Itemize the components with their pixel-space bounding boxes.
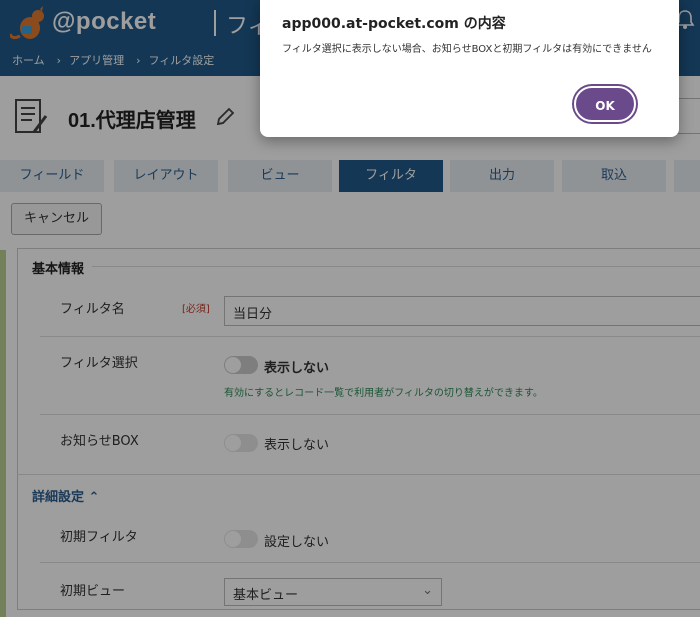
alert-dialog: app000.at-pocket.com の内容 フィルタ選択に表示しない場合、… — [260, 0, 679, 137]
dialog-title: app000.at-pocket.com の内容 — [282, 16, 506, 32]
dialog-message: フィルタ選択に表示しない場合、お知らせBOXと初期フィルタは有効にできません — [282, 44, 652, 55]
ok-button[interactable]: OK — [574, 86, 636, 122]
